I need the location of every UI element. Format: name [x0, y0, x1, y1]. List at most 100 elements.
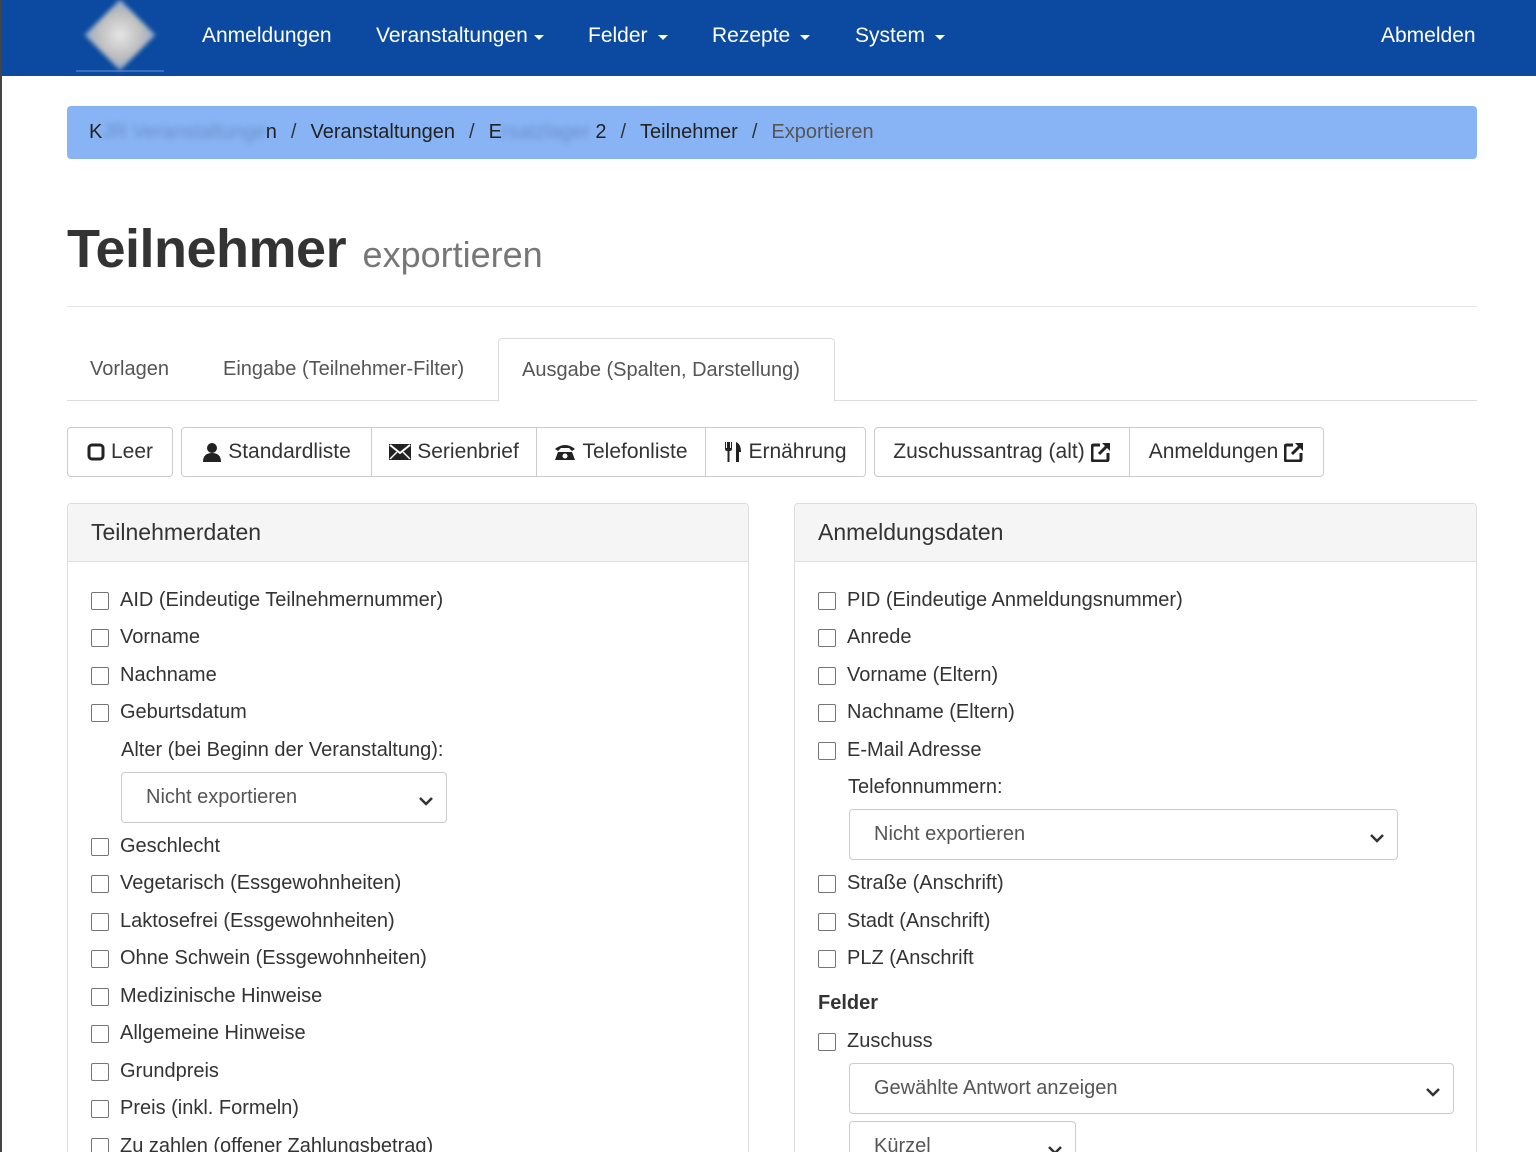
checkbox-aid[interactable]: AID (Eindeutige Teilnehmernummer) [91, 589, 443, 612]
nav-anmeldungen[interactable]: Anmeldungen [202, 24, 332, 48]
chevron-down-icon [1369, 827, 1385, 850]
checkbox-preis[interactable]: Preis (inkl. Formeln) [91, 1097, 299, 1120]
checkbox-ohne-schwein[interactable]: Ohne Schwein (Essgewohnheiten) [91, 947, 427, 970]
breadcrumb-item-veranstaltungen[interactable]: Veranstaltungen [310, 121, 455, 144]
checkbox-laktosefrei[interactable]: Laktosefrei (Essgewohnheiten) [91, 910, 395, 933]
tab-label: Ausgabe (Spalten, Darstellung) [522, 358, 800, 381]
checkbox-strasse[interactable]: Straße (Anschrift) [818, 872, 1004, 895]
alter-select[interactable]: Nicht exportieren [121, 772, 447, 823]
ernaehrung-button[interactable]: Ernährung [705, 427, 866, 477]
logout-link[interactable]: Abmelden [1381, 24, 1476, 48]
empty-square-icon [87, 443, 105, 461]
checkbox-box[interactable] [818, 703, 836, 722]
brand-logo[interactable] [76, 0, 164, 72]
checkbox-grundpreis[interactable]: Grundpreis [91, 1060, 219, 1083]
checkbox-box[interactable] [91, 837, 109, 856]
checkbox-box[interactable] [91, 1137, 109, 1152]
checkbox-box[interactable] [818, 591, 836, 610]
tab-vorlagen[interactable]: Vorlagen [67, 338, 192, 401]
checkbox-box[interactable] [91, 1099, 109, 1118]
standardliste-button[interactable]: Standardliste [181, 427, 372, 477]
checkbox-box[interactable] [818, 666, 836, 685]
checkbox-box[interactable] [91, 949, 109, 968]
checkbox-label: Straße (Anschrift) [847, 872, 1004, 894]
breadcrumb-item-teilnehmer[interactable]: Teilnehmer [640, 121, 738, 144]
checkbox-label: Geschlecht [120, 835, 221, 857]
breadcrumb-separator: / [290, 121, 297, 143]
nav-system-dropdown[interactable]: System [855, 24, 946, 48]
checkbox-box[interactable] [91, 874, 109, 893]
checkbox-box[interactable] [818, 628, 836, 647]
leer-label: Leer [110, 440, 154, 463]
breadcrumb-separator: / [620, 121, 626, 143]
checkbox-box[interactable] [818, 741, 836, 760]
checkbox-box[interactable] [818, 912, 836, 931]
cutlery-icon [724, 442, 742, 462]
checkbox-plz[interactable]: PLZ (Anschrift [818, 947, 974, 970]
page-title: Teilnehmer exportieren [67, 218, 543, 280]
breadcrumb-text: n [265, 121, 277, 143]
select-value: Gewählte Antwort anzeigen [874, 1077, 1118, 1099]
nav-veranstaltungen-label: Veranstaltungen [376, 24, 528, 47]
checkbox-label: Allgemeine Hinweise [120, 1022, 306, 1044]
nav-veranstaltungen-dropdown[interactable]: Veranstaltungen [376, 24, 544, 48]
checkbox-anrede[interactable]: Anrede [818, 626, 912, 649]
checkbox-vorname[interactable]: Vorname [91, 626, 200, 649]
checkbox-label: Vorname (Eltern) [847, 664, 999, 686]
zuschuss-select[interactable]: Gewählte Antwort anzeigen [849, 1063, 1454, 1114]
checkbox-box[interactable] [818, 1032, 836, 1051]
checkbox-box[interactable] [91, 591, 109, 610]
checkbox-box[interactable] [91, 628, 109, 647]
zuschussantrag-button[interactable]: Zuschussantrag (alt) [874, 427, 1130, 477]
checkbox-nachname[interactable]: Nachname [91, 664, 217, 687]
anmeldungen-button[interactable]: Anmeldungen [1129, 427, 1324, 477]
leer-button[interactable]: Leer [67, 427, 173, 477]
checkbox-vegetarisch[interactable]: Vegetarisch (Essgewohnheiten) [91, 872, 401, 895]
checkbox-stadt[interactable]: Stadt (Anschrift) [818, 910, 990, 933]
checkbox-vorname-eltern[interactable]: Vorname (Eltern) [818, 664, 998, 687]
checkbox-box[interactable] [91, 1062, 109, 1081]
caret-down-icon [533, 35, 544, 40]
telefon-select[interactable]: Nicht exportieren [849, 809, 1398, 860]
checkbox-label: E-Mail Adresse [847, 739, 982, 761]
checkbox-nachname-eltern[interactable]: Nachname (Eltern) [818, 701, 1015, 724]
checkbox-geschlecht[interactable]: Geschlecht [91, 835, 220, 858]
checkbox-email[interactable]: E-Mail Adresse [818, 739, 982, 762]
checkbox-pid[interactable]: PID (Eindeutige Anmeldungsnummer) [818, 589, 1183, 612]
checkbox-label: AID (Eindeutige Teilnehmernummer) [120, 589, 444, 611]
nav-felder-dropdown[interactable]: Felder [588, 24, 668, 48]
redacted-text: rsatzlager [501, 121, 590, 143]
panel-title: Teilnehmerdaten [91, 519, 262, 545]
chevron-down-icon [1425, 1081, 1441, 1104]
nav-rezepte-dropdown[interactable]: Rezepte [712, 24, 811, 48]
checkbox-label: Nachname (Eltern) [847, 701, 1015, 723]
breadcrumb-item-organisation[interactable]: K JR Veranstaltunge n [89, 121, 277, 144]
checkbox-zu-zahlen[interactable]: Zu zahlen (offener Zahlungsbetrag) [91, 1135, 433, 1152]
page-title-subtitle: exportieren [362, 234, 543, 275]
checkbox-label: PLZ (Anschrift [847, 947, 974, 969]
nav-felder-label: Felder [588, 24, 648, 47]
panel-title: Anmeldungsdaten [818, 519, 1004, 545]
checkbox-box[interactable] [91, 987, 109, 1006]
checkbox-zuschuss[interactable]: Zuschuss [818, 1030, 933, 1053]
checkbox-geburtsdatum[interactable]: Geburtsdatum [91, 701, 247, 724]
tab-bar: Vorlagen Eingabe (Teilnehmer-Filter) Aus… [67, 338, 1477, 402]
kuerzel-select[interactable]: Kürzel [849, 1121, 1076, 1152]
nav-anmeldungen-label: Anmeldungen [202, 24, 332, 47]
checkbox-allgemeine-hinweise[interactable]: Allgemeine Hinweise [91, 1022, 306, 1045]
tab-eingabe[interactable]: Eingabe (Teilnehmer-Filter) [200, 338, 487, 401]
serienbrief-button[interactable]: Serienbrief [371, 427, 537, 477]
checkbox-box[interactable] [818, 949, 836, 968]
nav-system-label: System [855, 24, 926, 47]
caret-down-icon [800, 35, 811, 40]
checkbox-box[interactable] [91, 912, 109, 931]
checkbox-box[interactable] [91, 703, 109, 722]
checkbox-box[interactable] [91, 1024, 109, 1043]
tab-ausgabe[interactable]: Ausgabe (Spalten, Darstellung) [498, 338, 835, 402]
checkbox-medizinische-hinweise[interactable]: Medizinische Hinweise [91, 985, 322, 1008]
logo-image [84, 0, 156, 71]
telefonliste-button[interactable]: Telefonliste [536, 427, 706, 477]
breadcrumb-item-event[interactable]: Ersatzlager 2 [489, 121, 607, 144]
checkbox-box[interactable] [818, 874, 836, 893]
checkbox-box[interactable] [91, 666, 109, 685]
